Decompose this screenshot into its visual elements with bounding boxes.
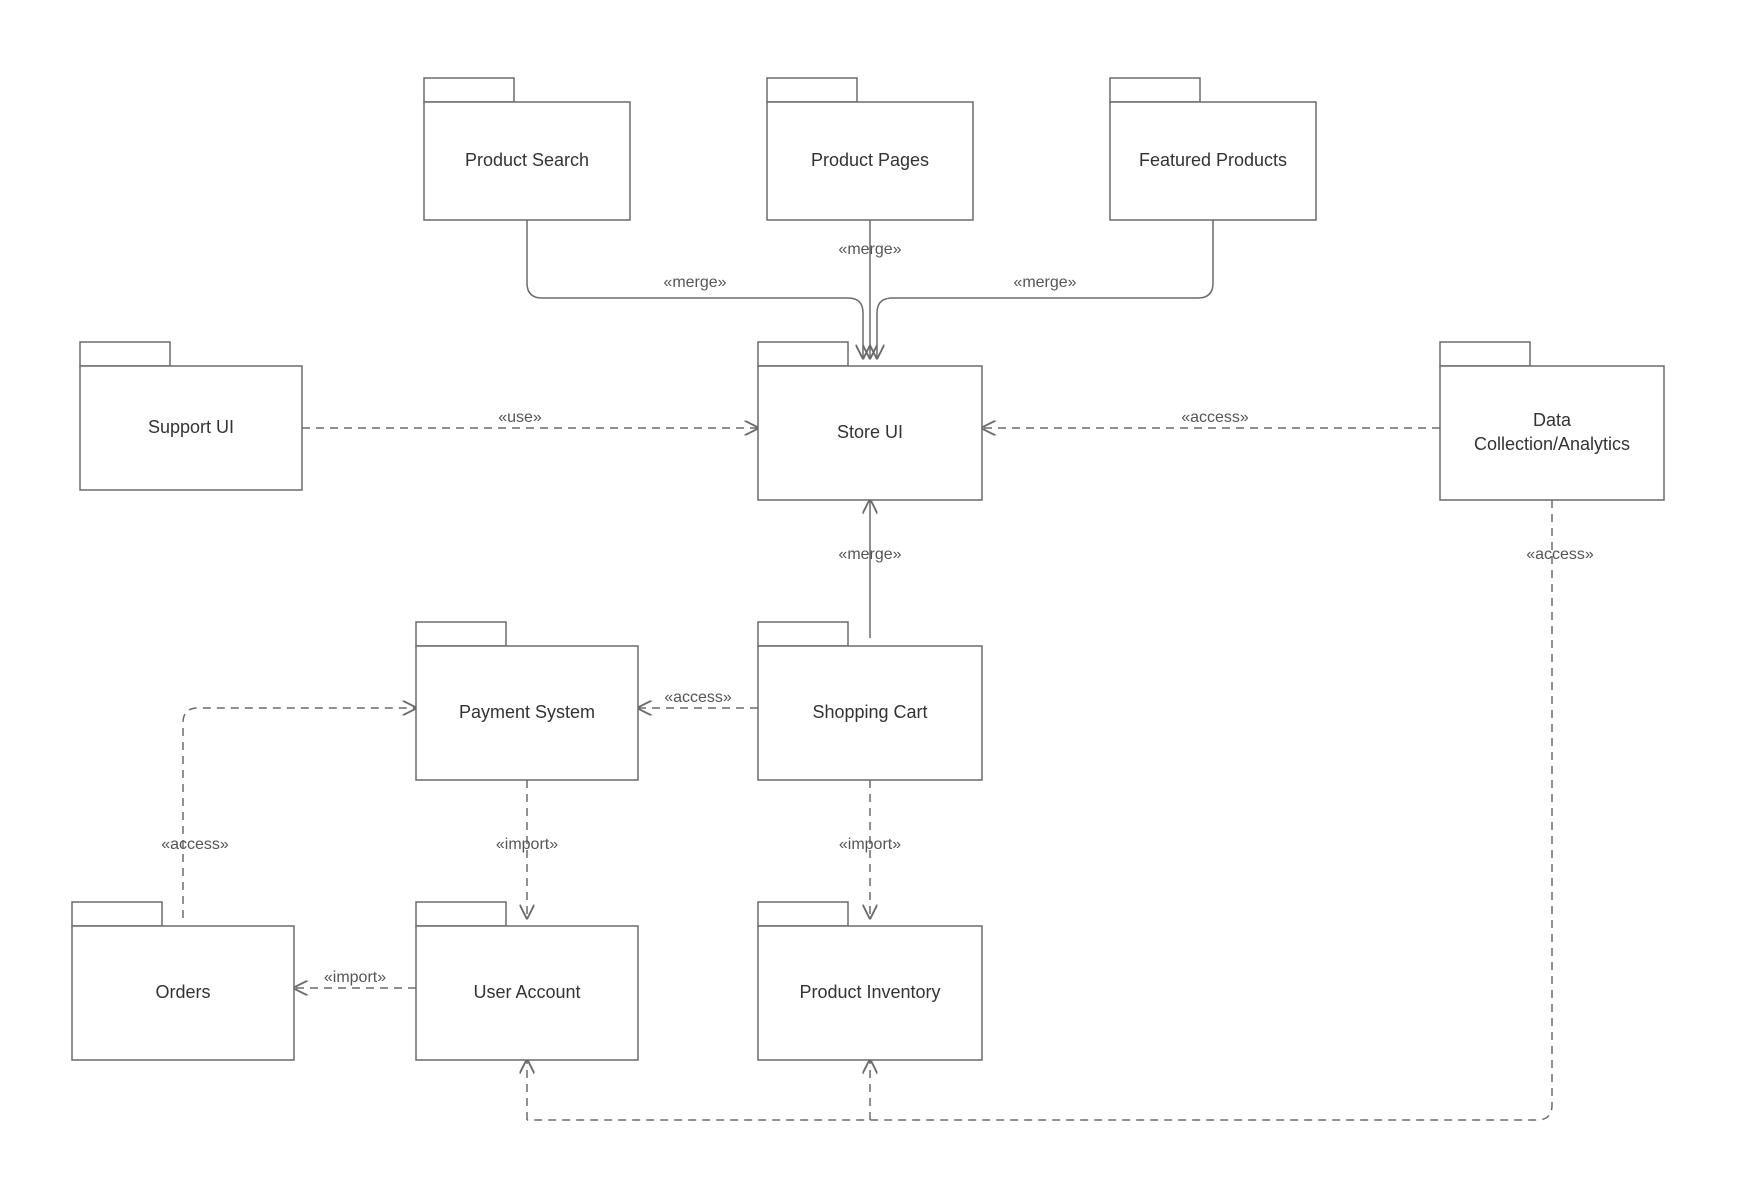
edge-label: «merge» <box>1013 274 1076 291</box>
package-data-analytics: Data Collection/Analytics <box>1440 342 1664 500</box>
package-product-search: Product Search <box>424 78 630 220</box>
edge-shoppingcart-paymentsystem: «access» <box>638 689 758 708</box>
edge-orders-paymentsystem: «access» <box>161 708 416 918</box>
package-label: Product Inventory <box>799 982 940 1002</box>
package-label: Payment System <box>459 702 595 722</box>
package-user-account: User Account <box>416 902 638 1060</box>
edge-shoppingcart-storeui: «merge» <box>838 500 901 638</box>
package-label: Featured Products <box>1139 150 1287 170</box>
uml-package-diagram: «merge» «merge» «merge» «use» «access» «… <box>0 0 1760 1195</box>
edge-label: «use» <box>498 409 542 426</box>
edge-useraccount-orders: «import» <box>294 969 416 988</box>
edge-label: «access» <box>664 689 732 706</box>
package-label-line1: Data <box>1533 410 1572 430</box>
edge-supportui-storeui: «use» <box>302 409 758 428</box>
edge-paymentsystem-useraccount: «import» <box>496 780 558 918</box>
package-label: Shopping Cart <box>812 702 927 722</box>
edge-label: «import» <box>839 836 901 853</box>
package-product-pages: Product Pages <box>767 78 973 220</box>
edge-label: «import» <box>324 969 386 986</box>
edge-dataanalytics-bottom: «access» <box>527 500 1594 1120</box>
package-support-ui: Support UI <box>80 342 302 490</box>
edge-productpages-storeui: «merge» <box>838 220 901 358</box>
edge-dataanalytics-storeui: «access» <box>982 409 1440 428</box>
edge-label: «merge» <box>838 546 901 563</box>
package-product-inventory: Product Inventory <box>758 902 982 1060</box>
edge-featuredproducts-storeui: «merge» <box>877 220 1213 358</box>
package-label-line2: Collection/Analytics <box>1474 434 1630 454</box>
package-label: Product Pages <box>811 150 929 170</box>
package-label: Orders <box>155 982 210 1002</box>
package-shopping-cart: Shopping Cart <box>758 622 982 780</box>
package-label: Support UI <box>148 417 234 437</box>
package-store-ui: Store UI <box>758 342 982 500</box>
edge-productsearch-storeui: «merge» <box>527 220 863 358</box>
package-orders: Orders <box>72 902 294 1060</box>
edge-label: «access» <box>161 836 229 853</box>
edge-label: «merge» <box>663 274 726 291</box>
package-payment-system: Payment System <box>416 622 638 780</box>
package-label: Store UI <box>837 422 903 442</box>
edge-label: «merge» <box>838 241 901 258</box>
edge-label: «access» <box>1526 546 1594 563</box>
edge-label: «import» <box>496 836 558 853</box>
edge-shoppingcart-productinventory: «import» <box>839 780 901 918</box>
package-label: Product Search <box>465 150 589 170</box>
package-featured-products: Featured Products <box>1110 78 1316 220</box>
edge-label: «access» <box>1181 409 1249 426</box>
package-label: User Account <box>473 982 580 1002</box>
